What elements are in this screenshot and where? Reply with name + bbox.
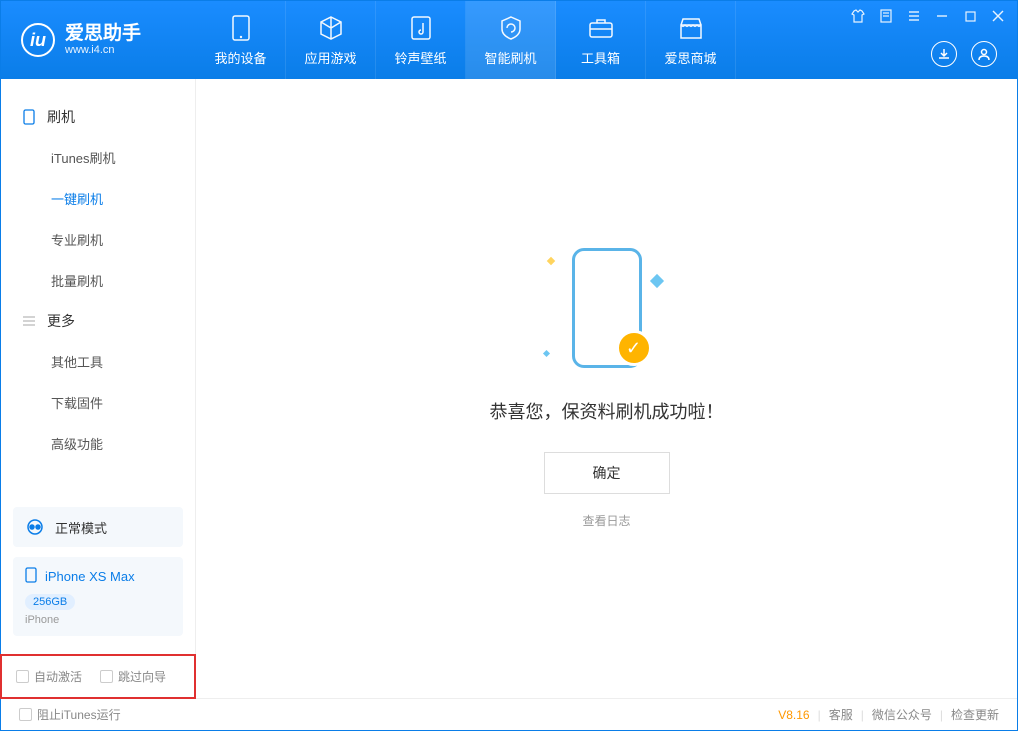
device-area: 正常模式 iPhone XS Max 256GB iPhone bbox=[1, 495, 195, 648]
checkbox-label: 自动激活 bbox=[34, 668, 82, 685]
nav-smart-flash[interactable]: 智能刷机 bbox=[466, 1, 556, 79]
logo-icon: iu bbox=[21, 23, 55, 57]
device-mode-card[interactable]: 正常模式 bbox=[13, 507, 183, 547]
menu-icon[interactable] bbox=[905, 7, 923, 25]
shop-icon bbox=[677, 14, 705, 42]
sidebar-item-advanced[interactable]: 高级功能 bbox=[1, 423, 195, 464]
body: 刷机 iTunes刷机 一键刷机 专业刷机 批量刷机 更多 其他工具 下载固件 … bbox=[1, 79, 1017, 698]
note-icon[interactable] bbox=[877, 7, 895, 25]
skip-wizard-checkbox[interactable]: 跳过向导 bbox=[100, 668, 166, 685]
nav-tabs: 我的设备 应用游戏 铃声壁纸 智能刷机 工具箱 爱思商城 bbox=[196, 1, 736, 79]
nav-label: 应用游戏 bbox=[304, 48, 356, 67]
nav-label: 爱思商城 bbox=[664, 48, 716, 67]
sidebar-item-batch-flash[interactable]: 批量刷机 bbox=[1, 260, 195, 301]
footer-link-update[interactable]: 检查更新 bbox=[951, 706, 999, 723]
sidebar-item-pro-flash[interactable]: 专业刷机 bbox=[1, 219, 195, 260]
nav-apps-games[interactable]: 应用游戏 bbox=[286, 1, 376, 79]
auto-activate-checkbox[interactable]: 自动激活 bbox=[16, 668, 82, 685]
app-header: iu 爱思助手 www.i4.cn 我的设备 应用游戏 铃声壁纸 智能刷机 工具… bbox=[1, 1, 1017, 79]
success-illustration: ✓ bbox=[572, 248, 642, 368]
sidebar-item-other-tools[interactable]: 其他工具 bbox=[1, 341, 195, 382]
app-domain: www.i4.cn bbox=[65, 44, 141, 56]
checkbox-icon bbox=[100, 670, 113, 683]
header-right-icons bbox=[931, 41, 997, 67]
version-text: V8.16 bbox=[778, 708, 809, 722]
checkbox-icon bbox=[19, 708, 32, 721]
shield-refresh-icon bbox=[497, 14, 525, 42]
phone-icon bbox=[25, 567, 37, 586]
app-name: 爱思助手 bbox=[65, 24, 141, 45]
sidebar-item-itunes-flash[interactable]: iTunes刷机 bbox=[1, 137, 195, 178]
close-icon[interactable] bbox=[989, 7, 1007, 25]
view-log-link[interactable]: 查看日志 bbox=[582, 512, 630, 529]
minimize-icon[interactable] bbox=[933, 7, 951, 25]
music-icon bbox=[407, 14, 435, 42]
checkbox-label: 阻止iTunes运行 bbox=[37, 706, 121, 723]
nav-label: 我的设备 bbox=[214, 48, 266, 67]
phone-icon bbox=[21, 109, 37, 125]
device-mode: 正常模式 bbox=[55, 518, 107, 537]
nav-my-device[interactable]: 我的设备 bbox=[196, 1, 286, 79]
nav-label: 工具箱 bbox=[581, 48, 620, 67]
window-controls bbox=[849, 7, 1007, 25]
maximize-icon[interactable] bbox=[961, 7, 979, 25]
sparkle-icon bbox=[649, 274, 663, 288]
footer-right: V8.16 | 客服 | 微信公众号 | 检查更新 bbox=[778, 706, 999, 723]
nav-toolbox[interactable]: 工具箱 bbox=[556, 1, 646, 79]
device-name-row: iPhone XS Max bbox=[25, 567, 171, 586]
device-type: iPhone bbox=[25, 614, 171, 626]
logo-area: iu 爱思助手 www.i4.cn bbox=[1, 23, 196, 57]
sidebar-item-oneclick-flash[interactable]: 一键刷机 bbox=[1, 178, 195, 219]
footer-link-wechat[interactable]: 微信公众号 bbox=[872, 706, 932, 723]
nav-label: 铃声壁纸 bbox=[394, 48, 446, 67]
group-title: 更多 bbox=[47, 311, 75, 331]
sidebar-group-more: 更多 bbox=[1, 301, 195, 341]
toolbox-icon bbox=[587, 14, 615, 42]
footer: 阻止iTunes运行 V8.16 | 客服 | 微信公众号 | 检查更新 bbox=[1, 698, 1017, 730]
device-name: iPhone XS Max bbox=[45, 569, 135, 584]
checkbox-label: 跳过向导 bbox=[118, 668, 166, 685]
nav-store[interactable]: 爱思商城 bbox=[646, 1, 736, 79]
shirt-icon[interactable] bbox=[849, 7, 867, 25]
main-content: ✓ 恭喜您，保资料刷机成功啦！ 确定 查看日志 bbox=[196, 79, 1017, 698]
checkbox-icon bbox=[16, 670, 29, 683]
sidebar-group-flash: 刷机 bbox=[1, 97, 195, 137]
logo-text: 爱思助手 www.i4.cn bbox=[65, 24, 141, 57]
device-icon bbox=[227, 14, 255, 42]
check-badge-icon: ✓ bbox=[616, 330, 652, 366]
nav-label: 智能刷机 bbox=[484, 48, 536, 67]
sparkle-icon bbox=[542, 350, 549, 357]
success-message: 恭喜您，保资料刷机成功啦！ bbox=[490, 398, 724, 424]
ok-button[interactable]: 确定 bbox=[544, 452, 670, 494]
user-icon[interactable] bbox=[971, 41, 997, 67]
block-itunes-checkbox[interactable]: 阻止iTunes运行 bbox=[19, 706, 121, 723]
footer-link-support[interactable]: 客服 bbox=[829, 706, 853, 723]
sidebar: 刷机 iTunes刷机 一键刷机 专业刷机 批量刷机 更多 其他工具 下载固件 … bbox=[1, 79, 196, 698]
download-icon[interactable] bbox=[931, 41, 957, 67]
sidebar-options-highlighted: 自动激活 跳过向导 bbox=[0, 654, 196, 699]
list-icon bbox=[21, 313, 37, 329]
mode-icon bbox=[25, 517, 45, 537]
sidebar-item-download-firmware[interactable]: 下载固件 bbox=[1, 382, 195, 423]
sparkle-icon bbox=[546, 257, 554, 265]
cube-icon bbox=[317, 14, 345, 42]
device-info-card[interactable]: iPhone XS Max 256GB iPhone bbox=[13, 557, 183, 636]
group-title: 刷机 bbox=[47, 107, 75, 127]
device-storage: 256GB bbox=[25, 594, 75, 610]
nav-ringtone-wallpaper[interactable]: 铃声壁纸 bbox=[376, 1, 466, 79]
